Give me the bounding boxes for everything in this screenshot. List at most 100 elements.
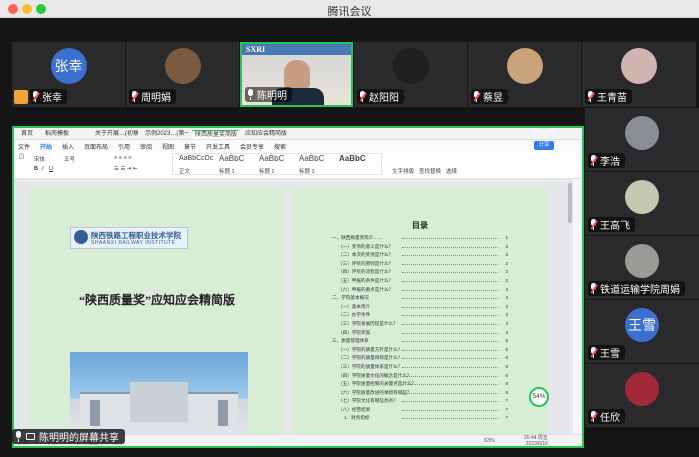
toc-entry[interactable]: 1．财务指标 7 <box>332 415 508 424</box>
toc-leader <box>402 238 498 239</box>
wps-doc-tab[interactable]: 示例2023…(第一周) <box>142 130 188 139</box>
underline-button[interactable]: U <box>49 166 53 172</box>
participant-tile[interactable]: 蔡昱 <box>468 42 581 107</box>
participant-tile[interactable]: 周明娟 <box>126 42 239 107</box>
italic-button[interactable]: I <box>42 166 44 172</box>
toc-page-number: 6 <box>505 389 508 395</box>
toc-list: 一、陕西质量奖简介…… 1 （一）奖项的意义是什么？ 2 （二）本次的奖项是什么？ 2 （三… <box>332 235 508 424</box>
share-doc-button[interactable]: 分享 <box>534 141 554 150</box>
mic-muted-icon <box>587 91 595 102</box>
toc-entry[interactable]: 二、学院基本概况 3 <box>332 295 508 304</box>
wps-menu-item[interactable]: 搜索 <box>274 142 286 151</box>
toc-entry[interactable]: （二）学院的质量目标是什么？ 6 <box>332 355 508 364</box>
toc-entry[interactable]: （七）学院文化有哪些亮点？ 7 <box>332 398 508 407</box>
toc-entry-text: （八）经营结果 <box>338 406 371 412</box>
toc-entry[interactable]: （五）学院质量控制的关键点是什么？ 6 <box>332 381 508 390</box>
toc-entry-text: 三、质量管理体系 <box>332 338 369 344</box>
bold-button[interactable]: B <box>34 166 38 172</box>
toc-leader <box>402 255 498 257</box>
toc-leader <box>402 366 498 368</box>
toc-entry[interactable]: （五）申报的条件是什么？ 2 <box>332 278 508 287</box>
font-size-selector[interactable]: 五号 <box>64 155 75 163</box>
align-icons[interactable]: ≡ ≡ ≡ ≡ <box>114 155 131 161</box>
style-normal[interactable]: 正文 <box>179 167 190 175</box>
toc-entry[interactable]: （三）学院的质量体系是什么？ 6 <box>332 364 508 373</box>
participant-tile[interactable]: 张幸 张幸 <box>12 42 125 107</box>
wps-menu-item[interactable]: 插入 <box>62 142 74 151</box>
style-heading2[interactable]: 标题 2 <box>259 167 275 175</box>
document-workspace[interactable]: 陕西铁路工程职业技术学院 SHAANXI RAILWAY INSTITUTE “… <box>14 179 582 436</box>
ribbon-select[interactable]: 选择 <box>446 167 457 175</box>
mic-muted-icon <box>131 91 139 102</box>
wps-menu-item[interactable]: 开始 <box>40 142 52 151</box>
participant-name: 李浩 <box>600 157 620 168</box>
wps-menu-item[interactable]: 会员专享 <box>240 142 264 151</box>
wps-doc-tab[interactable]: 陕西质量奖简版 <box>192 130 238 139</box>
toc-page-number: 2 <box>505 260 508 266</box>
school-logo: 陕西铁路工程职业技术学院 SHAANXI RAILWAY INSTITUTE <box>70 227 188 249</box>
screen-share-view[interactable]: 首页稻壳模板关于开展…(初稿) 示例2023…(第一周) 陕西质量奖简版应知应会精简… <box>12 126 584 448</box>
toc-entry[interactable]: （六）学院质量改进的举措有哪些？ 6 <box>332 390 508 399</box>
toc-entry[interactable]: （六）申报的重点是什么？ 3 <box>332 287 508 296</box>
toc-entry[interactable]: 一、陕西质量奖简介…… 1 <box>332 235 508 244</box>
participant-name: 赵阳阳 <box>369 93 399 104</box>
participant-tile[interactable]: 王高飞 <box>585 172 699 235</box>
screen-share-icon <box>26 433 35 440</box>
participant-nameplate: 张幸 <box>30 89 67 104</box>
participant-tile[interactable]: 任欣 <box>585 364 699 427</box>
toc-entry[interactable]: （三）学院发展历程是什么？ 4 <box>332 321 508 330</box>
participant-name: 王雪 <box>600 349 620 360</box>
toc-entry[interactable]: 三、质量管理体系 5 <box>332 338 508 347</box>
participant-name: 任欣 <box>600 413 620 424</box>
doc-scrollbar[interactable] <box>568 183 572 223</box>
participant-avatar <box>625 244 659 278</box>
wps-menu-item[interactable]: 视图 <box>162 142 174 151</box>
participant-avatar <box>506 48 543 84</box>
status-zoom[interactable]: 63% <box>484 438 495 444</box>
toc-entry[interactable]: （四）学院质量文化的概念是什么？ 6 <box>332 373 508 382</box>
style-heading3[interactable]: 标题 3 <box>299 167 315 175</box>
toc-entry[interactable]: （四）评奖的流程是什么？ 2 <box>332 269 508 278</box>
participant-tile[interactable]: 王雪 王雪 <box>585 300 699 363</box>
zoom-badge[interactable]: 54% <box>529 387 549 407</box>
toc-entry[interactable]: （一）奖项的意义是什么？ 2 <box>332 244 508 253</box>
ribbon-find-replace[interactable]: 查找替换 <box>419 167 441 175</box>
wps-doc-tab[interactable]: 稻壳模板 <box>42 130 88 139</box>
wps-doc-tab[interactable]: 首页 <box>18 130 38 139</box>
wps-doc-tab[interactable]: 关于开展…(初稿) <box>92 130 138 139</box>
participant-tile[interactable]: 铁道运输学院周娟 <box>585 236 699 299</box>
participant-tile[interactable]: 李浩 <box>585 108 699 171</box>
toc-leader <box>402 349 498 351</box>
toc-entry-text: （一）学院的质量方针是什么？ <box>338 346 403 352</box>
wps-menu-item[interactable]: 审阅 <box>140 142 152 151</box>
page-toc: 目录 一、陕西质量奖简介…… 1 （一）奖项的意义是什么？ 2 （二）本次的奖项是什么？… <box>292 187 548 436</box>
participant-tile[interactable]: 王青苗 <box>582 42 696 107</box>
wps-menu-item[interactable]: 开发工具 <box>206 142 230 151</box>
toc-leader <box>402 401 498 403</box>
toc-page-number: 7 <box>505 398 508 404</box>
ribbon-typesetting[interactable]: 文字排版 <box>392 167 414 175</box>
participant-tile[interactable]: 赵阳阳 <box>354 42 467 107</box>
mic-muted-icon <box>473 91 481 102</box>
toc-entry[interactable]: （二）本次的奖项是什么？ 2 <box>332 252 508 261</box>
toc-entry-text: （五）申报的条件是什么？ <box>338 277 394 283</box>
list-icons[interactable]: ☰ ☰ ⇥ ⇤ <box>114 166 138 172</box>
participant-nameplate: 王高飞 <box>588 217 635 232</box>
mic-icon <box>15 431 22 442</box>
participant-avatar: 张幸 <box>50 48 87 84</box>
toc-page-number: 6 <box>505 381 508 387</box>
toc-entry[interactable]: （四）学院荣誉 4 <box>332 330 508 339</box>
style-heading1[interactable]: 标题 1 <box>219 167 235 175</box>
toc-entry[interactable]: （二）办学条件 3 <box>332 312 508 321</box>
wps-menu-item[interactable]: 文件 <box>18 142 30 151</box>
font-selector[interactable]: 宋体 <box>34 155 45 163</box>
paste-icon[interactable]: 📋 <box>18 154 25 160</box>
wps-menu-item[interactable]: 页面布局 <box>84 142 108 151</box>
wps-doc-tab[interactable]: 应知应会精简版 <box>242 130 288 139</box>
participant-avatar: 王雪 <box>625 308 659 342</box>
toc-page-number: 6 <box>505 363 508 369</box>
wps-menu-item[interactable]: 引用 <box>118 142 130 151</box>
participant-tile[interactable]: SXRI 陈明明 <box>240 42 353 107</box>
share-owner-label: 陈明明的屏幕共享 <box>12 429 125 444</box>
wps-menu-item[interactable]: 章节 <box>184 142 196 151</box>
